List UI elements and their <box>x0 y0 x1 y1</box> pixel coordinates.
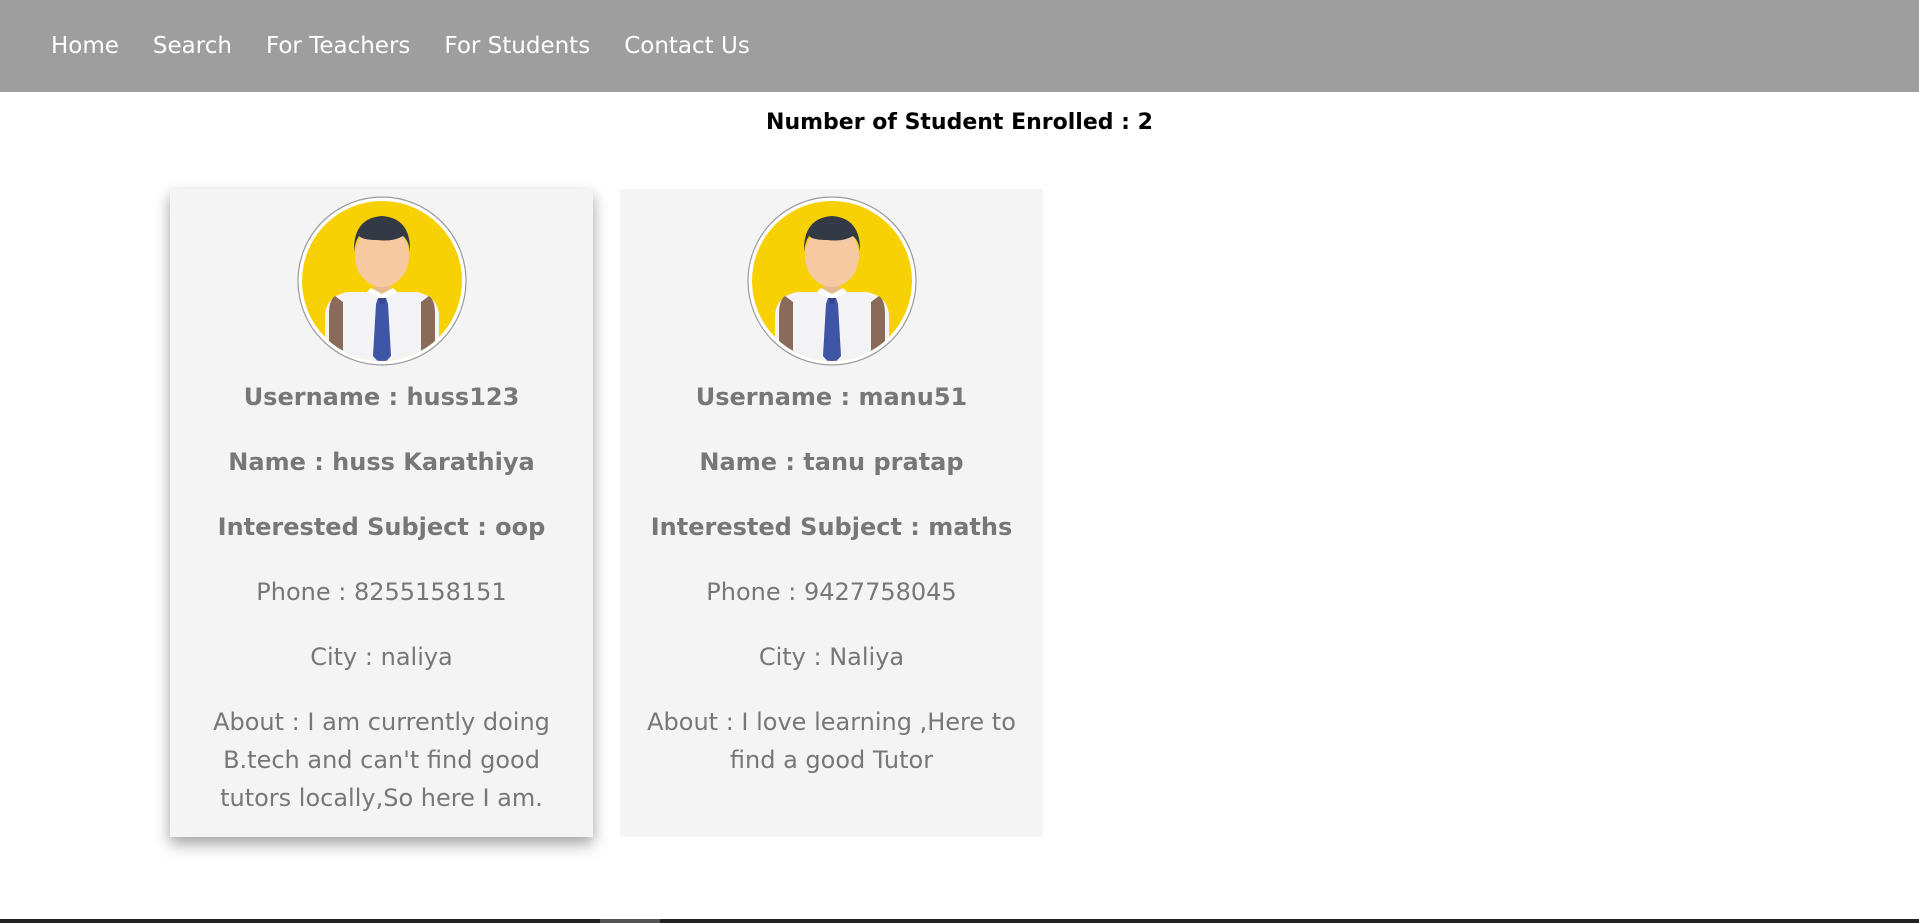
student-avatar-icon <box>746 196 917 366</box>
top-navbar: Home Search For Teachers For Students Co… <box>0 0 1919 92</box>
student-about: About : I love learning ,Here to find a … <box>647 708 1016 774</box>
enrolled-count-heading: Number of Student Enrolled : 2 <box>766 110 1153 135</box>
nav-for-students-link[interactable]: For Students <box>427 33 607 59</box>
student-username: Username : manu51 <box>695 383 968 411</box>
student-card: Username : manu51 Name : tanu pratap Int… <box>620 189 1043 837</box>
nav-search-link[interactable]: Search <box>136 33 249 59</box>
student-interested-subject: Interested Subject : maths <box>650 513 1013 541</box>
student-interested-subject: Interested Subject : oop <box>217 513 546 541</box>
scrollbar-thumb[interactable] <box>600 919 660 923</box>
nav-for-teachers-link[interactable]: For Teachers <box>249 33 427 59</box>
student-username: Username : huss123 <box>243 383 520 411</box>
bottom-scrollbar[interactable] <box>0 919 1919 923</box>
nav-contact-us-link[interactable]: Contact Us <box>607 33 767 59</box>
student-phone: Phone : 8255158151 <box>256 578 507 606</box>
student-about: About : I am currently doing B.tech and … <box>213 708 550 812</box>
student-name: Name : tanu pratap <box>699 448 964 476</box>
student-phone: Phone : 9427758045 <box>706 578 957 606</box>
student-avatar-icon <box>296 196 467 366</box>
student-card: Username : huss123 Name : huss Karathiya… <box>170 189 593 837</box>
student-name: Name : huss Karathiya <box>228 448 535 476</box>
student-city: City : Naliya <box>758 643 905 671</box>
student-city: City : naliya <box>310 643 453 671</box>
nav-home-link[interactable]: Home <box>34 33 136 59</box>
